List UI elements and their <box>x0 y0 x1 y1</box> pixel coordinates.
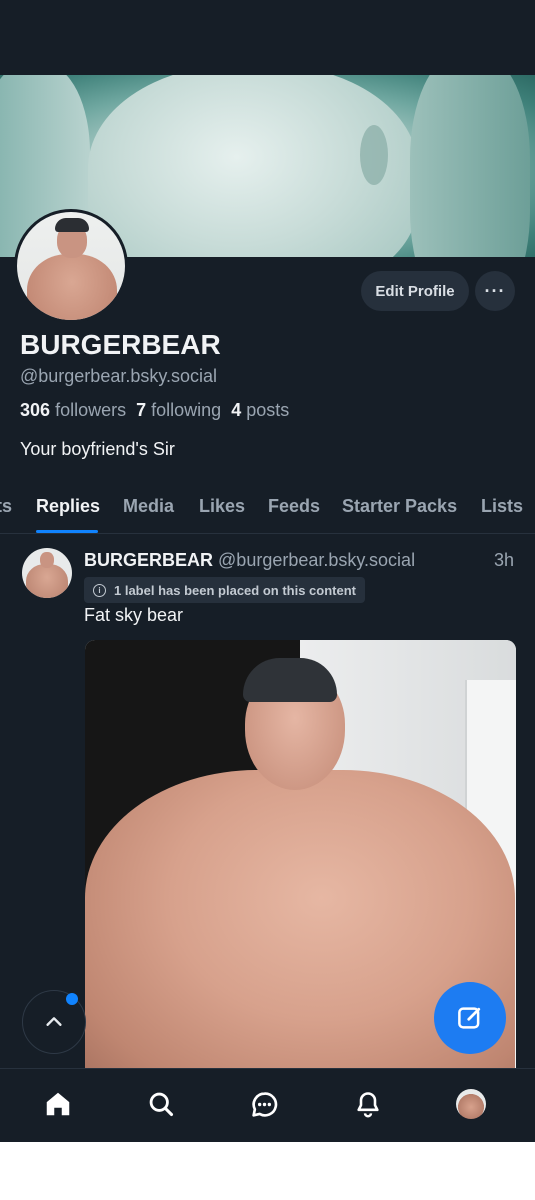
info-icon: i <box>93 583 106 597</box>
tab-posts[interactable]: ts <box>0 496 12 517</box>
bell-icon <box>357 1092 379 1118</box>
post-author-handle[interactable]: @burgerbear.bsky.social <box>218 550 415 570</box>
post-header: BURGERBEAR @burgerbear.bsky.social <box>84 550 415 571</box>
avatar-image-detail <box>55 218 89 232</box>
posts-count: 4 <box>231 400 242 420</box>
nav-notifications[interactable] <box>350 1086 386 1122</box>
edit-profile-button[interactable]: Edit Profile <box>361 271 469 311</box>
banner-image-detail <box>360 125 388 185</box>
bottom-navigation <box>0 1068 535 1143</box>
new-content-dot <box>66 993 78 1005</box>
followers-count: 306 <box>20 400 51 420</box>
profile-avatar-icon <box>456 1089 486 1119</box>
more-options-button[interactable]: ··· <box>475 271 515 311</box>
avatar-image-detail <box>40 552 54 568</box>
post-timestamp[interactable]: 3h <box>494 550 514 571</box>
tab-starter-packs[interactable]: Starter Packs <box>342 496 457 517</box>
nav-profile[interactable] <box>453 1086 489 1122</box>
posts-label: posts <box>246 400 290 420</box>
nav-home[interactable] <box>40 1086 76 1122</box>
nav-chat[interactable] <box>246 1086 282 1122</box>
search-icon <box>149 1092 174 1117</box>
home-icon <box>46 1092 70 1116</box>
avatar-image-detail <box>26 564 68 598</box>
system-bar <box>0 1142 535 1200</box>
tab-lists[interactable]: Lists <box>481 496 523 517</box>
tab-likes[interactable]: Likes <box>199 496 245 517</box>
tab-feeds[interactable]: Feeds <box>268 496 320 517</box>
chat-icon <box>251 1091 277 1117</box>
following-label: following <box>151 400 222 420</box>
compose-post-button[interactable] <box>434 982 506 1054</box>
following-link[interactable]: 7 following <box>136 400 221 420</box>
tab-media[interactable]: Media <box>123 496 174 517</box>
content-label-text: 1 label has been placed on this content <box>114 582 356 598</box>
post-author-name[interactable]: BURGERBEAR <box>84 550 213 570</box>
followers-link[interactable]: 306 followers <box>20 400 126 420</box>
avatar-image-detail <box>27 254 117 320</box>
profile-avatar[interactable] <box>14 209 128 323</box>
active-tab-indicator <box>36 530 98 533</box>
profile-display-name: BURGERBEAR <box>20 329 221 360</box>
profile-bio: Your boyfriend's Sir <box>20 439 175 459</box>
chevron-up-icon <box>46 1017 62 1026</box>
profile-tab-bar: ts Replies Media Likes Feeds Starter Pac… <box>0 486 535 534</box>
nav-search[interactable] <box>143 1086 179 1122</box>
post-text: Fat sky bear <box>84 605 184 625</box>
banner-image-detail <box>410 75 530 257</box>
post-author-avatar[interactable] <box>22 548 72 598</box>
content-label-notice[interactable]: i 1 label has been placed on this conten… <box>84 577 365 603</box>
compose-icon <box>458 1007 481 1029</box>
tab-replies[interactable]: Replies <box>36 496 100 517</box>
profile-handle: @burgerbear.bsky.social <box>20 366 218 386</box>
profile-stats: 306 followers 7 following 4 posts <box>20 400 289 421</box>
followers-label: followers <box>55 400 127 420</box>
following-count: 7 <box>136 400 147 420</box>
